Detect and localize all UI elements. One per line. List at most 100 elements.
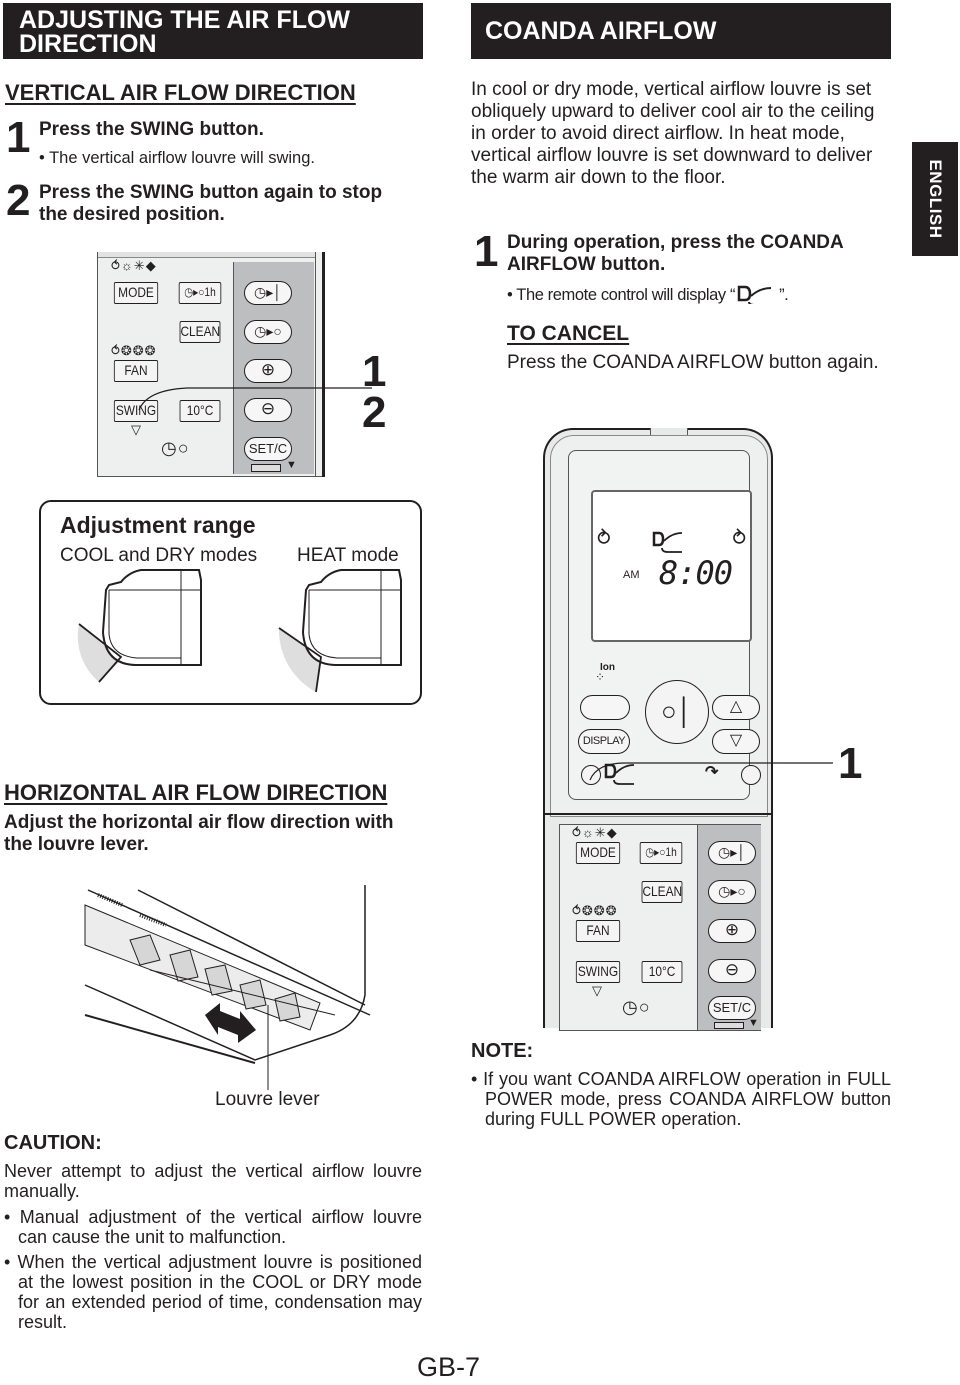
indoor-unit-diagrams — [77, 569, 402, 693]
timer-off-button[interactable]: ◷▸○ — [244, 320, 292, 344]
caution-bullet: • Manual adjustment of the vertical airf… — [4, 1207, 422, 1247]
louvre-lever-diagram — [84, 885, 371, 1090]
ion-button[interactable] — [580, 695, 630, 720]
step-bullet: • The vertical airflow louvre will swing… — [39, 149, 315, 167]
swing-louvre-icon: ▽ — [592, 983, 603, 998]
battery-icon — [251, 464, 281, 472]
swing-button[interactable]: SWING — [575, 961, 621, 983]
horizontal-airflow-title: HORIZONTAL AIR FLOW DIRECTION — [4, 780, 388, 805]
coanda-intro: In cool or dry mode, vertical airflow lo… — [471, 79, 875, 188]
bullet-prefix: • The remote control will display “ — [507, 286, 736, 304]
callout-number: 2 — [362, 388, 387, 437]
ion-icon: ⁘ — [595, 670, 606, 684]
triangle-down-icon: ▼ — [286, 459, 298, 471]
step-text: During operation, press the COANDA AIRFL… — [507, 232, 844, 275]
lcd-am: AM — [623, 569, 640, 581]
section-header-adjusting-airflow: ADJUSTING THE AIR FLOW DIRECTION — [3, 3, 423, 59]
plus-icon: ⊕ — [260, 360, 276, 379]
timer-cancel-button[interactable]: ◷○ — [161, 438, 190, 459]
timer-on-button[interactable]: ◷▸│ — [244, 281, 292, 305]
remote-control: ⥁ ⥁ AM 8:00 Ion ⁘ ○│ △ DISPLAY ▽ ↷ ⥀☼✳◆ … — [543, 428, 773, 1031]
language-tab-label: ENGLISH — [926, 159, 945, 239]
mode-icons: ⥀☼✳◆ — [111, 258, 157, 273]
fan-speed-icons: ⥀❂❂❂ — [572, 903, 618, 918]
arrow-down-icon: ▽ — [729, 732, 743, 749]
lcd-display: ⥁ ⥁ AM 8:00 — [591, 490, 752, 642]
to-cancel-text: Press the COANDA AIRFLOW button again. — [507, 352, 879, 373]
temp-down-arrow-button[interactable]: ▽ — [712, 729, 760, 754]
caution-title: CAUTION: — [4, 1132, 102, 1154]
timer-off-button[interactable]: ◷▸○ — [708, 880, 756, 904]
swing-right-icon: ⥁ — [732, 528, 746, 550]
clock-icon: ◷▸○ — [184, 285, 205, 299]
step-number: 1 — [474, 227, 499, 276]
note-bullet: • If you want COANDA AIRFLOW operation i… — [471, 1069, 891, 1129]
timer-off-icon: ◷▸○ — [254, 323, 282, 339]
swing-louvre-icon: ▽ — [131, 422, 142, 437]
fan-button[interactable]: FAN — [113, 360, 159, 382]
caution-text: Never attempt to adjust the vertical air… — [4, 1161, 422, 1201]
mode-button[interactable]: MODE — [113, 282, 159, 304]
step-text: Press the SWING button. — [39, 119, 264, 140]
battery-icon — [714, 1022, 744, 1029]
panel-divider — [543, 813, 773, 815]
step-number: 2 — [6, 176, 31, 225]
timer-1h-label: 1h — [204, 285, 216, 299]
louvre-lever-label: Louvre lever — [215, 1089, 320, 1110]
callout-line-right — [589, 762, 833, 781]
coanda-icon — [737, 285, 772, 306]
adjustment-range-box: Adjustment range COOL and DRY modes HEAT… — [39, 500, 422, 705]
triangle-down-icon: ▼ — [748, 1017, 760, 1029]
step-text: Press the SWING button again to stop the… — [39, 182, 383, 225]
timer-on-icon: ◷▸│ — [254, 284, 282, 300]
to-cancel-title: TO CANCEL — [507, 322, 630, 345]
page-number: GB-7 — [417, 1352, 481, 1382]
panel-edge — [322, 252, 325, 477]
note-title: NOTE: — [471, 1040, 534, 1062]
timer-cancel-button[interactable]: ◷○ — [622, 997, 651, 1018]
lcd-time: 8:00 — [659, 554, 733, 592]
horizontal-instruction: Adjust the horizontal air flow direction… — [4, 812, 394, 855]
coanda-lcd-icon — [652, 531, 683, 553]
step-bullet: • The remote control will display “ ”. — [507, 284, 789, 306]
callout-lines — [138, 387, 372, 411]
heat-unit-diagram — [278, 569, 402, 693]
language-tab: ENGLISH — [912, 142, 958, 256]
callout-number: 1 — [362, 347, 387, 396]
fan-button[interactable]: FAN — [575, 920, 621, 942]
timer-on-icon: ◷▸│ — [718, 844, 746, 860]
mode-button[interactable]: MODE — [575, 842, 621, 864]
bullet-suffix: ”. — [779, 286, 789, 304]
remote-control-lower-panel: ⥀☼✳◆ MODE ◷▸○1h ◷▸│ CLEAN ◷▸○ ⥀❂❂❂ FAN ⊕… — [97, 252, 325, 477]
clean-button[interactable]: CLEAN — [179, 321, 221, 343]
temp-up-arrow-button[interactable]: △ — [712, 695, 760, 720]
temp-up-button[interactable]: ⊕ — [708, 919, 756, 943]
plus-icon: ⊕ — [724, 920, 740, 939]
callout-number: 1 — [838, 739, 863, 788]
swing-left-icon: ⥁ — [597, 528, 611, 550]
ten-degree-button[interactable]: 10°C — [641, 961, 683, 983]
minus-icon: ⊖ — [724, 960, 740, 979]
panel-edge — [315, 252, 316, 477]
mode-icons: ⥀☼✳◆ — [572, 825, 618, 840]
timer-1h-button[interactable]: ◷▸○1h — [639, 842, 683, 864]
setc-button[interactable]: SET/C — [244, 437, 292, 461]
caution-bullet: • When the vertical adjustment louvre is… — [4, 1252, 422, 1332]
temp-down-button[interactable]: ⊖ — [708, 959, 756, 983]
cool-dry-unit-diagram — [77, 569, 202, 683]
step-number: 1 — [6, 113, 31, 162]
callout-line — [138, 387, 372, 411]
remote-lower-panel: ⥀☼✳◆ MODE ◷▸○1h ◷▸│ CLEAN ◷▸○ ⥀❂❂❂ FAN ⊕… — [559, 824, 761, 1031]
arrow-up-icon: △ — [729, 698, 743, 715]
fan-speed-icons: ⥀❂❂❂ — [111, 343, 157, 358]
power-button[interactable]: ○│ — [645, 680, 709, 744]
timer-off-icon: ◷▸○ — [718, 883, 746, 899]
timer-1h-button[interactable]: ◷▸○1h — [178, 282, 222, 304]
section-header-coanda: COANDA AIRFLOW — [471, 3, 891, 59]
timer-1h-label: 1h — [665, 845, 677, 859]
clean-button[interactable]: CLEAN — [641, 881, 683, 903]
display-button[interactable]: DISPLAY — [578, 729, 630, 754]
clock-icon: ◷▸○ — [645, 845, 666, 859]
vertical-airflow-title: VERTICAL AIR FLOW DIRECTION — [5, 80, 356, 105]
timer-on-button[interactable]: ◷▸│ — [708, 841, 756, 865]
